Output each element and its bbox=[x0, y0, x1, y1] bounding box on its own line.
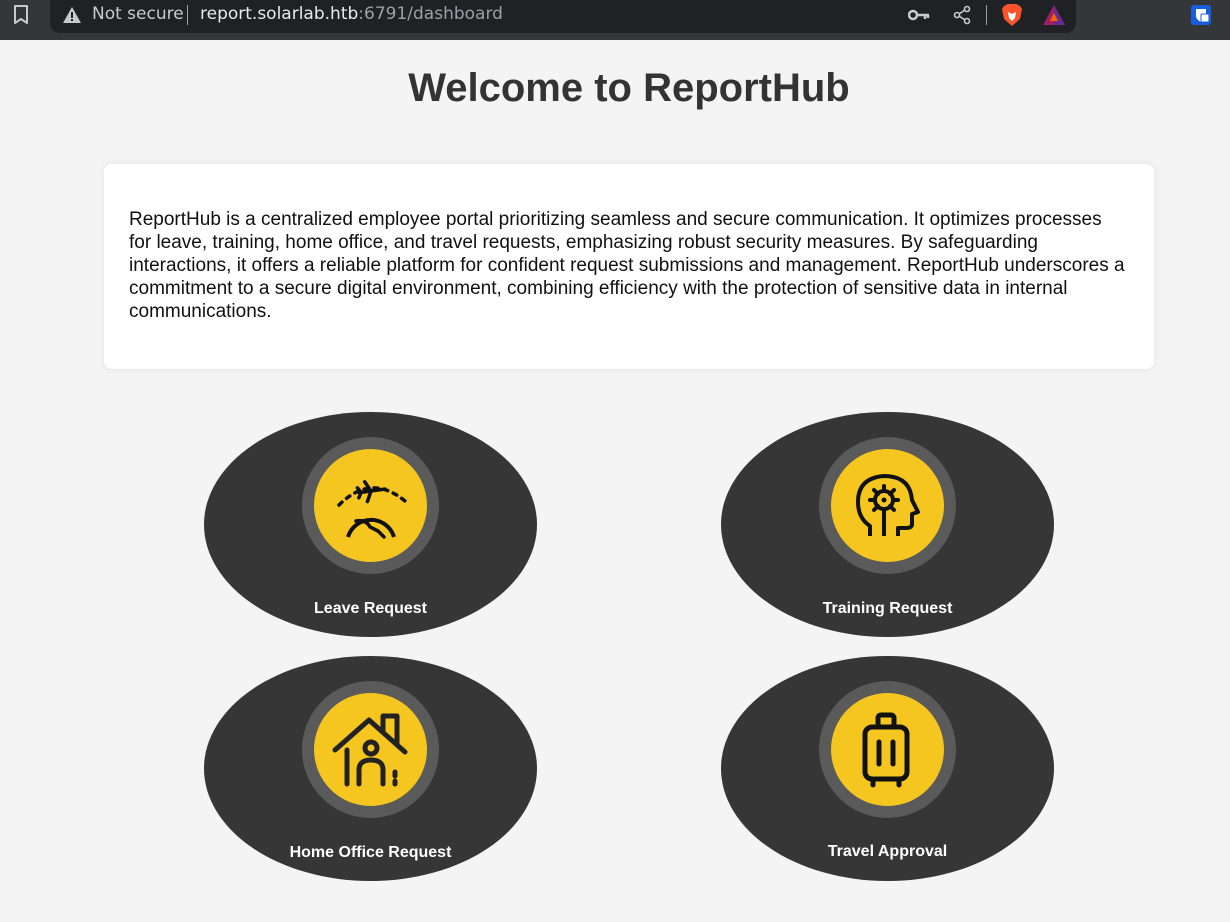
tile-label[interactable]: Travel Approval bbox=[721, 843, 1054, 861]
travel-approval-tile[interactable]: Travel Approval bbox=[721, 656, 1054, 881]
icon-ring bbox=[302, 681, 439, 818]
toolbar-divider bbox=[986, 5, 987, 25]
url-separator bbox=[187, 5, 188, 25]
page-title: Welcome to ReportHub bbox=[408, 66, 850, 110]
warning-icon[interactable] bbox=[62, 5, 82, 25]
tile-label[interactable]: Leave Request bbox=[204, 600, 537, 618]
training-request-tile[interactable]: Training Request bbox=[721, 412, 1054, 637]
head-gear-icon bbox=[831, 449, 944, 562]
brave-rewards-icon[interactable] bbox=[1042, 3, 1066, 27]
icon-ring bbox=[819, 437, 956, 574]
airplane-globe-icon bbox=[314, 449, 427, 562]
suitcase-icon bbox=[831, 693, 944, 806]
url-host: report.solarlab.htb bbox=[200, 4, 359, 24]
bookmark-icon[interactable] bbox=[10, 4, 32, 26]
tile-label[interactable]: Home Office Request bbox=[204, 844, 537, 862]
icon-ring bbox=[302, 437, 439, 574]
address-bar[interactable]: Not secure report.solarlab.htb:6791/dash… bbox=[50, 0, 1076, 33]
leave-request-tile[interactable]: Leave Request bbox=[204, 412, 537, 637]
home-office-request-tile[interactable]: Home Office Request bbox=[204, 656, 537, 881]
intro-card: ReportHub is a centralized employee port… bbox=[104, 164, 1154, 369]
icon-ring bbox=[819, 681, 956, 818]
key-icon[interactable] bbox=[907, 3, 931, 27]
share-icon[interactable] bbox=[950, 3, 974, 27]
url-path: :6791/dashboard bbox=[358, 4, 503, 24]
browser-toolbar: Not secure report.solarlab.htb:6791/dash… bbox=[0, 0, 1230, 40]
url-text[interactable]: report.solarlab.htb:6791/dashboard bbox=[200, 4, 503, 24]
brave-shield-icon[interactable] bbox=[1000, 3, 1024, 27]
intro-text: ReportHub is a centralized employee port… bbox=[129, 209, 1125, 322]
security-label[interactable]: Not secure bbox=[92, 4, 184, 24]
tile-label[interactable]: Training Request bbox=[721, 600, 1054, 618]
extension-icon[interactable] bbox=[1190, 4, 1212, 26]
house-person-icon bbox=[314, 693, 427, 806]
